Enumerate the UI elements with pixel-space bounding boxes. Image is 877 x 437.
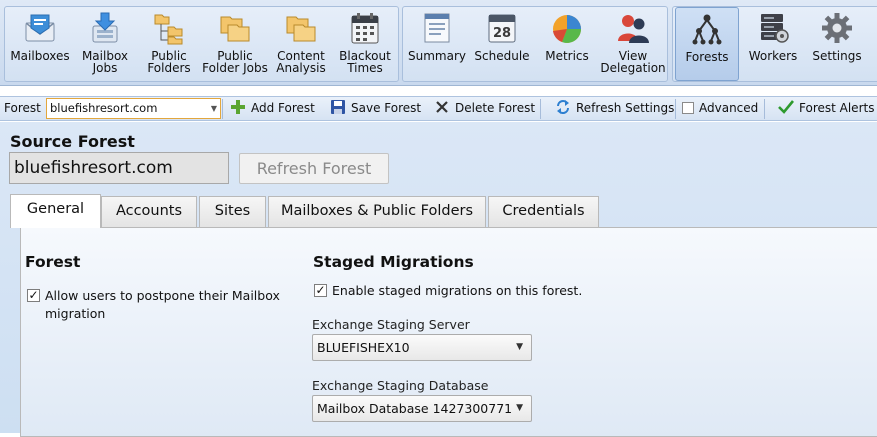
refresh-forest-button[interactable]: Refresh Forest bbox=[239, 153, 389, 184]
public-folder-jobs-icon bbox=[220, 16, 250, 42]
staged-migrations-option[interactable]: ✓ Enable staged migrations on this fores… bbox=[314, 282, 634, 300]
general-tab-panel: Forest ✓ Allow users to postpone their M… bbox=[20, 227, 877, 437]
ribbon-button-public-folders[interactable]: Public Folders bbox=[137, 7, 201, 81]
staged-migrations-label: Enable staged migrations on this forest. bbox=[332, 283, 583, 298]
forest-toolbar: Forest bluefishresort.com ▼ Add Forest S… bbox=[0, 96, 877, 121]
metrics-icon bbox=[553, 15, 581, 43]
ribbon-label: Forests bbox=[685, 50, 729, 64]
tab-accounts[interactable]: Accounts bbox=[101, 196, 197, 227]
refresh-icon bbox=[557, 100, 569, 114]
ribbon-button-public-folder-jobs[interactable]: Public Folder Jobs bbox=[201, 7, 269, 81]
save-forest-button[interactable]: Save Forest bbox=[330, 97, 421, 120]
ribbon-button-mailbox-jobs[interactable]: Mailbox Jobs bbox=[73, 7, 137, 81]
blackout-times-icon bbox=[351, 13, 379, 44]
delete-forest-button[interactable]: Delete Forest bbox=[434, 97, 535, 120]
staging-database-value: Mailbox Database 1427300771 bbox=[317, 401, 513, 416]
ribbon-label: Content Analysis bbox=[276, 49, 326, 75]
settings-icon bbox=[822, 13, 852, 43]
save-icon bbox=[331, 100, 345, 114]
staging-server-select[interactable]: BLUEFISHEX10 ▼ bbox=[312, 334, 532, 361]
chevron-down-icon: ▼ bbox=[516, 403, 523, 413]
forests-icon bbox=[692, 14, 722, 45]
ribbon-button-metrics[interactable]: Metrics bbox=[535, 7, 599, 81]
staged-migrations-checkbox[interactable]: ✓ bbox=[314, 284, 327, 297]
source-forest-field[interactable]: bluefishresort.com bbox=[9, 152, 229, 184]
ribbon-label: Mailboxes bbox=[10, 49, 70, 63]
ribbon-label: Summary bbox=[408, 49, 466, 63]
ribbon-label: Schedule bbox=[474, 49, 530, 63]
refresh-settings-label: Refresh Settings bbox=[576, 101, 675, 115]
public-folders-icon bbox=[154, 14, 183, 45]
add-icon bbox=[231, 100, 245, 114]
ribbon-button-mailboxes[interactable]: Mailboxes bbox=[7, 7, 73, 81]
ribbon-label: Mailbox Jobs bbox=[81, 49, 129, 75]
ribbon-group-reports: Summary 28 Schedule Metrics View Delegat… bbox=[402, 6, 668, 82]
advanced-label: Advanced bbox=[699, 101, 759, 115]
staging-server-value: BLUEFISHEX10 bbox=[317, 340, 410, 355]
forest-alerts-button[interactable]: Forest Alerts bbox=[778, 97, 874, 120]
schedule-calendar-day: 28 bbox=[493, 26, 511, 41]
tab-sites[interactable]: Sites bbox=[199, 196, 266, 227]
forest-select-value: bluefishresort.com bbox=[50, 101, 158, 115]
ribbon-button-view-delegation[interactable]: View Delegation bbox=[599, 7, 667, 81]
staged-migrations-heading: Staged Migrations bbox=[313, 253, 474, 271]
chevron-down-icon: ▼ bbox=[210, 104, 217, 113]
save-forest-label: Save Forest bbox=[351, 101, 422, 115]
mailboxes-icon bbox=[25, 14, 55, 42]
ribbon-button-settings[interactable]: Settings bbox=[805, 7, 869, 81]
forest-label: Forest bbox=[4, 101, 41, 115]
ribbon-label: Metrics bbox=[545, 49, 589, 63]
postpone-migration-checkbox[interactable]: ✓ bbox=[27, 289, 40, 302]
ribbon-group-migration: Mailboxes Mailbox Jobs Public Folders Pu… bbox=[4, 6, 399, 82]
ribbon: Mailboxes Mailbox Jobs Public Folders Pu… bbox=[0, 0, 877, 86]
ribbon-button-schedule[interactable]: 28 Schedule bbox=[469, 7, 535, 81]
advanced-checkbox[interactable] bbox=[682, 102, 694, 114]
add-forest-button[interactable]: Add Forest bbox=[230, 97, 315, 120]
postpone-migration-label: Allow users to postpone their Mailbox mi… bbox=[45, 288, 280, 321]
toolbar-separator bbox=[540, 99, 541, 119]
ribbon-label: Public Folder Jobs bbox=[202, 49, 268, 75]
schedule-icon: 28 bbox=[488, 14, 516, 43]
staging-database-label: Exchange Staging Database bbox=[312, 378, 489, 393]
toolbar-separator bbox=[764, 99, 765, 119]
ribbon-button-blackout-times[interactable]: Blackout Times bbox=[333, 7, 397, 81]
ribbon-group-configuration: Forests Workers Settings bbox=[672, 6, 877, 82]
checkmark-icon bbox=[778, 100, 794, 114]
workers-icon bbox=[761, 14, 789, 43]
staging-database-select[interactable]: Mailbox Database 1427300771 ▼ bbox=[312, 395, 532, 422]
delete-forest-label: Delete Forest bbox=[455, 101, 536, 115]
ribbon-label: View Delegation bbox=[600, 49, 666, 75]
view-delegation-icon bbox=[618, 15, 649, 43]
forest-alerts-label: Forest Alerts bbox=[799, 101, 875, 115]
ribbon-label: Workers bbox=[748, 49, 798, 63]
postpone-migration-option[interactable]: ✓ Allow users to postpone their Mailbox … bbox=[27, 287, 287, 323]
tab-mailboxes-public-folders[interactable]: Mailboxes & Public Folders bbox=[268, 196, 486, 227]
mailbox-jobs-icon bbox=[92, 12, 118, 43]
content-analysis-icon bbox=[286, 16, 316, 42]
tab-credentials[interactable]: Credentials bbox=[488, 196, 599, 227]
add-forest-label: Add Forest bbox=[251, 101, 315, 115]
forest-select[interactable]: bluefishresort.com ▼ bbox=[46, 98, 221, 119]
ribbon-label: Public Folders bbox=[147, 49, 191, 75]
toolbar-separator bbox=[675, 99, 676, 119]
forest-settings-content: Source Forest bluefishresort.com Refresh… bbox=[0, 122, 877, 437]
staging-server-label: Exchange Staging Server bbox=[312, 317, 470, 332]
toolbar-separator bbox=[222, 99, 223, 119]
chevron-down-icon: ▼ bbox=[516, 342, 523, 352]
ribbon-label: Settings bbox=[812, 49, 862, 63]
source-forest-title: Source Forest bbox=[10, 132, 135, 151]
refresh-settings-button[interactable]: Refresh Settings bbox=[555, 97, 674, 120]
advanced-toggle[interactable]: Advanced bbox=[682, 97, 758, 120]
ribbon-button-content-analysis[interactable]: Content Analysis bbox=[269, 7, 333, 81]
ribbon-button-workers[interactable]: Workers bbox=[741, 7, 805, 81]
tab-general[interactable]: General bbox=[10, 194, 101, 228]
forest-section-heading: Forest bbox=[25, 253, 81, 271]
ribbon-button-forests[interactable]: Forests bbox=[675, 7, 739, 81]
delete-icon bbox=[436, 101, 448, 113]
summary-icon bbox=[424, 13, 450, 43]
ribbon-button-summary[interactable]: Summary bbox=[405, 7, 469, 81]
ribbon-label: Blackout Times bbox=[339, 49, 391, 75]
